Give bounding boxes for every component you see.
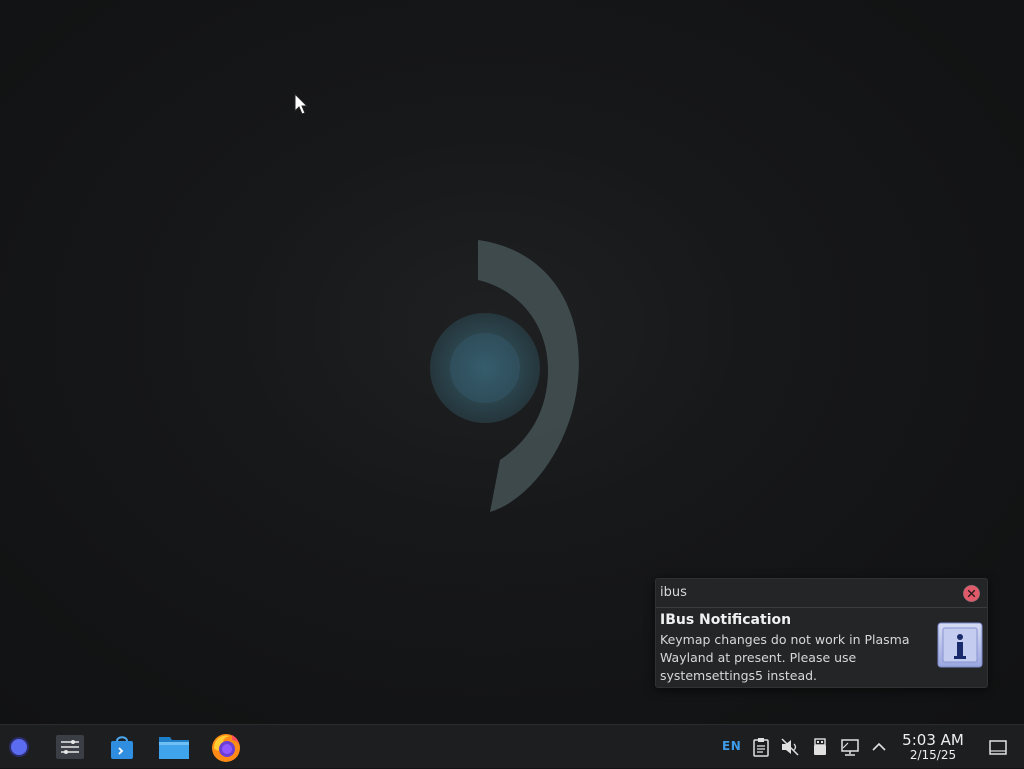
clock-date: 2/15/25 [909,748,957,762]
network-wired-icon[interactable] [840,737,860,757]
application-launcher-button[interactable] [4,725,32,769]
taskbar: EN 5:03 AM 2/15/25 [0,724,1024,768]
notification-body: Keymap changes do not work in Plasma Way… [660,632,910,683]
clipboard-icon[interactable] [751,737,771,757]
digital-clock[interactable]: 5:03 AM 2/15/25 [892,732,974,762]
task-manager-button[interactable] [50,725,90,769]
desktop: ibus IBus Notification Keymap changes do… [0,0,1024,724]
close-icon[interactable] [963,585,980,602]
notification-header: ibus [656,579,987,608]
sliders-icon [56,735,84,759]
steamos-logo-icon [9,737,29,757]
discover-button[interactable] [102,725,142,769]
keyboard-layout-indicator[interactable]: EN [722,739,741,753]
notification-popup[interactable]: ibus IBus Notification Keymap changes do… [655,578,988,688]
mouse-cursor-icon [294,93,309,115]
info-icon [937,622,983,668]
notification-title: IBus Notification [660,612,792,628]
shopping-bag-icon [111,736,133,759]
firefox-button[interactable] [206,725,246,769]
expand-tray-arrow-icon[interactable] [869,737,889,757]
clock-time: 5:03 AM [902,731,964,749]
show-desktop-icon[interactable] [988,737,1008,757]
notification-app-name: ibus [660,585,687,600]
steam-deck-logo-wallpaper [430,240,579,512]
file-manager-button[interactable] [154,725,194,769]
folder-icon [159,737,189,759]
volume-muted-icon[interactable] [780,737,800,757]
firefox-icon [212,734,240,762]
usb-storage-icon[interactable] [810,737,830,757]
